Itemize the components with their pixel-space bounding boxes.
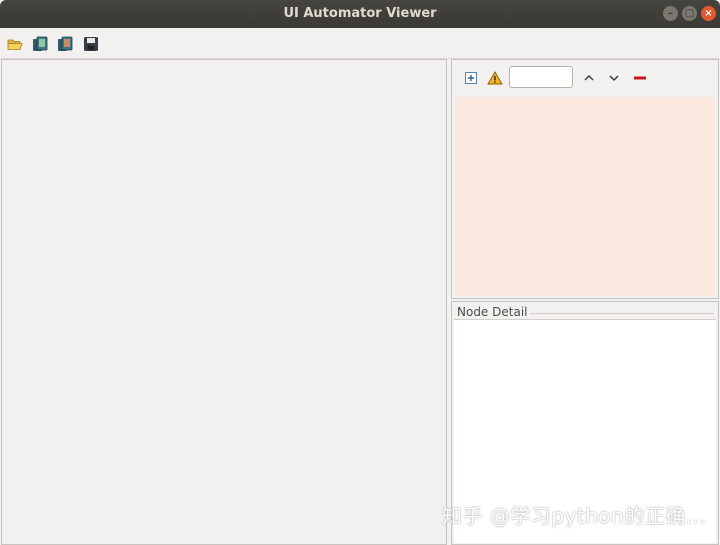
main-toolbar: [0, 28, 720, 59]
watermark: 知乎 @学习python的正确...: [442, 504, 707, 528]
close-button[interactable]: ×: [701, 6, 716, 21]
clear-filter-icon[interactable]: [632, 70, 648, 86]
chevron-down-icon[interactable]: [606, 70, 622, 86]
maximize-button[interactable]: □: [682, 6, 697, 21]
device-screenshot-icon[interactable]: [32, 36, 48, 52]
hierarchy-toolbar: [452, 60, 718, 94]
minimize-button[interactable]: –: [663, 6, 678, 21]
expand-all-icon[interactable]: [463, 70, 479, 86]
filter-input[interactable]: [509, 66, 573, 88]
warning-icon[interactable]: [487, 70, 503, 86]
node-detail-label: Node Detail: [457, 305, 528, 319]
chevron-up-icon[interactable]: [581, 70, 597, 86]
screenshot-pane[interactable]: [1, 59, 447, 545]
group-divider: [530, 313, 714, 314]
save-icon[interactable]: [83, 36, 99, 52]
open-folder-icon[interactable]: [7, 36, 23, 52]
window-titlebar: UI Automator Viewer – □ ×: [0, 0, 720, 28]
window-title: UI Automator Viewer: [283, 6, 437, 21]
hierarchy-panel: [451, 59, 719, 299]
hierarchy-tree[interactable]: [455, 97, 715, 296]
device-screenshot-compressed-icon[interactable]: [57, 36, 73, 52]
